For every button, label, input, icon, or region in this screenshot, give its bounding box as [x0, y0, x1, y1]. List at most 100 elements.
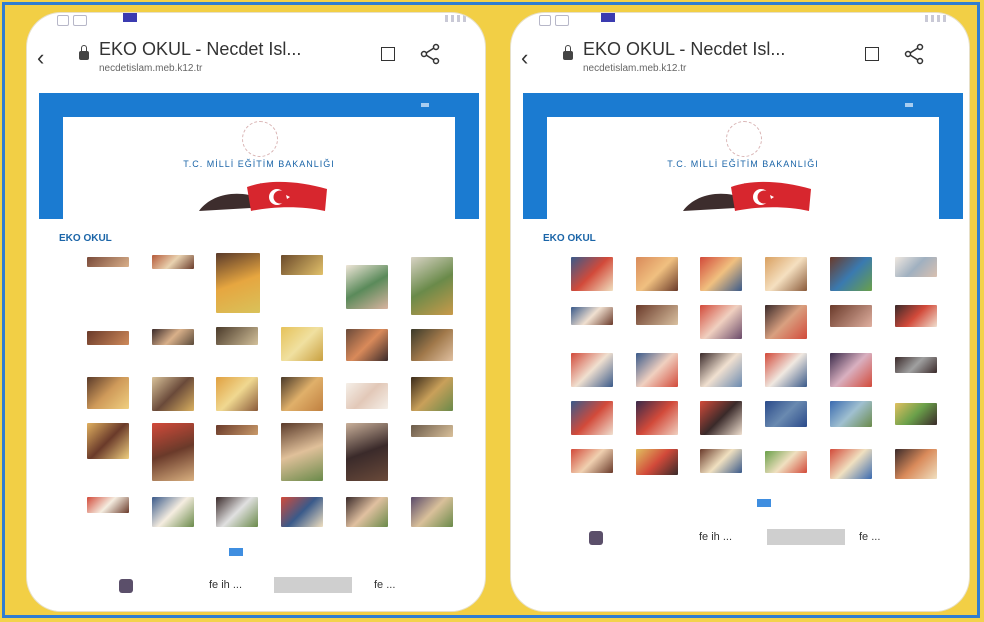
gallery-photo[interactable]	[765, 257, 807, 291]
section-title: EKO OKUL	[59, 233, 112, 244]
menu-icon[interactable]	[905, 103, 913, 107]
gallery-photo[interactable]	[830, 305, 872, 327]
footer-logo-icon	[119, 579, 133, 593]
browser-url-bar: ‹ EKO OKUL - Necdet Isl... necdetislam.m…	[27, 33, 485, 89]
gallery-photo[interactable]	[700, 353, 742, 387]
ministry-title: T.C. MİLLİ EĞİTİM BAKANLIĞI	[183, 159, 335, 169]
gallery-photo[interactable]	[636, 449, 678, 475]
gallery-photo[interactable]	[152, 377, 194, 411]
gallery-photo[interactable]	[895, 257, 937, 277]
gallery-photo[interactable]	[765, 305, 807, 339]
gallery-photo[interactable]	[346, 329, 388, 361]
gallery-photo[interactable]	[571, 401, 613, 435]
footer-tail-text: fe ...	[374, 579, 396, 591]
gallery-photo[interactable]	[87, 257, 129, 267]
gallery-photo[interactable]	[281, 497, 323, 527]
gallery-photo[interactable]	[411, 257, 453, 315]
photo-gallery	[545, 253, 937, 483]
gallery-photo[interactable]	[636, 353, 678, 387]
turkish-flag-image	[199, 181, 327, 211]
phone-screen-left: ‹ EKO OKUL - Necdet Isl... necdetislam.m…	[27, 13, 485, 611]
gallery-photo[interactable]	[895, 403, 937, 425]
gallery-photo[interactable]	[152, 423, 194, 481]
web-content: T.C. MİLLİ EĞİTİM BAKANLIĞI EKO OKUL fe …	[523, 93, 963, 611]
footer-blurred-box	[274, 577, 352, 593]
gallery-photo[interactable]	[700, 257, 742, 291]
gallery-photo[interactable]	[87, 423, 129, 459]
gallery-photo[interactable]	[765, 353, 807, 387]
gallery-photo[interactable]	[411, 425, 453, 437]
page-url[interactable]: necdetislam.meb.k12.tr	[583, 63, 686, 74]
gallery-photo[interactable]	[411, 497, 453, 527]
gallery-photo[interactable]	[765, 401, 807, 427]
notification-icon	[539, 15, 551, 26]
share-icon[interactable]	[419, 43, 441, 65]
gallery-photo[interactable]	[152, 255, 194, 269]
gallery-photo[interactable]	[281, 327, 323, 361]
gallery-photo[interactable]	[830, 257, 872, 291]
gallery-photo[interactable]	[700, 449, 742, 473]
share-icon[interactable]	[903, 43, 925, 65]
gallery-photo[interactable]	[87, 331, 129, 345]
gallery-photo[interactable]	[895, 305, 937, 327]
turkish-flag-image	[683, 181, 811, 211]
gallery-photo[interactable]	[411, 329, 453, 361]
gallery-photo[interactable]	[571, 307, 613, 325]
gallery-photo[interactable]	[281, 423, 323, 481]
gallery-photo[interactable]	[700, 401, 742, 435]
gallery-photo[interactable]	[346, 265, 388, 309]
status-bar	[511, 13, 969, 31]
gallery-photo[interactable]	[830, 401, 872, 427]
message-icon	[555, 15, 569, 26]
gallery-photo[interactable]	[346, 383, 388, 409]
gallery-photo[interactable]	[636, 305, 678, 325]
message-icon	[73, 15, 87, 26]
gallery-photo[interactable]	[216, 425, 258, 435]
gallery-photo[interactable]	[636, 401, 678, 435]
pagination-button[interactable]	[757, 499, 771, 507]
gallery-photo[interactable]	[571, 257, 613, 291]
gallery-photo[interactable]	[281, 255, 323, 275]
gallery-photo[interactable]	[571, 449, 613, 473]
footer-text: fe ih ...	[209, 579, 243, 591]
web-content: T.C. MİLLİ EĞİTİM BAKANLIĞI EKO OKUL fe …	[39, 93, 479, 611]
page-url[interactable]: necdetislam.meb.k12.tr	[99, 63, 202, 74]
pagination-button[interactable]	[229, 548, 243, 556]
meb-emblem-icon	[726, 121, 762, 157]
section-title: EKO OKUL	[543, 233, 596, 244]
page-title[interactable]: EKO OKUL - Necdet Isl...	[99, 39, 301, 60]
menu-icon[interactable]	[421, 103, 429, 107]
gallery-photo[interactable]	[830, 449, 872, 479]
gallery-photo[interactable]	[700, 305, 742, 339]
bookmark-icon[interactable]	[865, 47, 879, 61]
gallery-photo[interactable]	[571, 353, 613, 387]
phone-screen-right: ‹ EKO OKUL - Necdet Isl... necdetislam.m…	[511, 13, 969, 611]
gallery-photo[interactable]	[87, 497, 129, 513]
bookmark-icon[interactable]	[381, 47, 395, 61]
browser-url-bar: ‹ EKO OKUL - Necdet Isl... necdetislam.m…	[511, 33, 969, 89]
page-title[interactable]: EKO OKUL - Necdet Isl...	[583, 39, 785, 60]
gallery-photo[interactable]	[346, 423, 388, 481]
gallery-photo[interactable]	[152, 329, 194, 345]
gallery-photo[interactable]	[216, 253, 260, 313]
gallery-photo[interactable]	[281, 377, 323, 411]
gallery-photo[interactable]	[830, 353, 872, 387]
footer-text: fe ih ...	[699, 531, 733, 543]
ministry-title: T.C. MİLLİ EĞİTİM BAKANLIĞI	[667, 159, 819, 169]
screenshot-frame: ‹ EKO OKUL - Necdet Isl... necdetislam.m…	[2, 2, 980, 618]
gallery-photo[interactable]	[216, 377, 258, 411]
gallery-photo[interactable]	[895, 357, 937, 373]
gallery-photo[interactable]	[895, 449, 937, 479]
gallery-photo[interactable]	[636, 257, 678, 291]
footer-blurred-box	[767, 529, 845, 545]
gallery-photo[interactable]	[87, 377, 129, 409]
gallery-photo[interactable]	[765, 451, 807, 473]
lock-icon	[79, 45, 89, 60]
back-chevron-icon[interactable]: ‹	[37, 45, 44, 71]
gallery-photo[interactable]	[216, 497, 258, 527]
gallery-photo[interactable]	[411, 377, 453, 411]
gallery-photo[interactable]	[216, 327, 258, 345]
gallery-photo[interactable]	[152, 497, 194, 527]
gallery-photo[interactable]	[346, 497, 388, 527]
back-chevron-icon[interactable]: ‹	[521, 45, 528, 71]
